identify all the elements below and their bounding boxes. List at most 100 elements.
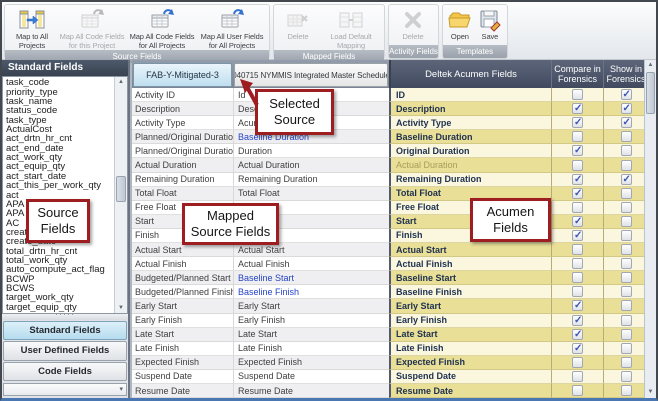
scrollbar-thumb[interactable]	[116, 176, 126, 202]
standard-field-item[interactable]: target_work_qty	[6, 293, 113, 302]
mapped-field-cell-fab[interactable]: Activity ID	[132, 88, 234, 102]
show-in-forensics-checkbox[interactable]	[621, 89, 632, 100]
show-in-forensics-checkbox[interactable]	[621, 300, 632, 311]
sidebar-collapsed-category-bar[interactable]: ▾	[3, 383, 127, 396]
show-in-forensics-checkbox[interactable]	[621, 216, 632, 227]
save-template-button[interactable]: Save	[475, 6, 505, 45]
grid-scrollbar[interactable]: ▲ ▼	[644, 60, 656, 398]
mapped-field-cell-fab[interactable]: Early Start	[132, 299, 234, 313]
compare-in-forensics-checkbox[interactable]	[572, 89, 583, 100]
compare-in-forensics-checkbox[interactable]	[572, 272, 583, 283]
show-in-forensics-checkbox[interactable]	[621, 357, 632, 368]
compare-in-forensics-checkbox[interactable]	[572, 216, 583, 227]
standard-field-item[interactable]: act_equip_qty	[6, 162, 113, 171]
show-in-forensics-checkbox[interactable]	[621, 160, 632, 171]
standard-field-item[interactable]: act_drtn_hr_cnt	[6, 134, 113, 143]
sidebar-tab-standard-fields[interactable]: Standard Fields	[3, 321, 127, 340]
compare-in-forensics-checkbox[interactable]	[572, 174, 583, 185]
mapped-field-cell-fab[interactable]: Actual Duration	[132, 158, 234, 172]
show-in-forensics-checkbox[interactable]	[621, 131, 632, 142]
compare-in-forensics-checkbox[interactable]	[572, 145, 583, 156]
scroll-down-arrow-icon[interactable]: ▼	[115, 303, 127, 313]
mapped-field-cell-nymmis[interactable]: Total Float	[234, 187, 389, 201]
mapped-field-cell-fab[interactable]: Budgeted/Planned Start	[132, 271, 234, 285]
standard-field-item[interactable]: status_code	[6, 106, 113, 115]
mapped-field-cell-fab[interactable]: Description	[132, 102, 234, 116]
compare-in-forensics-checkbox[interactable]	[572, 117, 583, 128]
source-tab-fab-y-mitigated-3[interactable]: FAB-Y-Mitigated-3	[133, 63, 232, 87]
show-in-forensics-checkbox[interactable]	[621, 174, 632, 185]
compare-in-forensics-checkbox[interactable]	[572, 202, 583, 213]
sidebar-splitter[interactable]: ·····	[2, 314, 128, 320]
mapped-field-cell-fab[interactable]: Expected Finish	[132, 356, 234, 370]
standard-field-item[interactable]: task_name	[6, 97, 113, 106]
compare-in-forensics-checkbox[interactable]	[572, 230, 583, 241]
compare-in-forensics-checkbox[interactable]	[572, 315, 583, 326]
compare-in-forensics-checkbox[interactable]	[572, 160, 583, 171]
show-in-forensics-checkbox[interactable]	[621, 202, 632, 213]
scroll-up-arrow-icon[interactable]: ▲	[115, 77, 127, 87]
mapped-field-cell-nymmis[interactable]: Late Start	[234, 328, 389, 342]
standard-field-item[interactable]: task_code	[6, 78, 113, 87]
standard-field-item[interactable]: BCWS	[6, 284, 113, 293]
mapped-field-cell-fab[interactable]: Late Finish	[132, 342, 234, 356]
mapped-field-cell-fab[interactable]: Remaining Duration	[132, 173, 234, 187]
standard-field-item[interactable]: total_drtn_hr_cnt	[6, 246, 113, 255]
compare-in-forensics-checkbox[interactable]	[572, 286, 583, 297]
mapped-field-cell-nymmis[interactable]: Duration	[234, 144, 389, 158]
mapped-field-cell-nymmis[interactable]: Actual Start	[234, 243, 389, 257]
show-in-forensics-checkbox[interactable]	[621, 343, 632, 354]
scroll-up-arrow-icon[interactable]: ▲	[645, 60, 656, 71]
mapped-field-cell-fab[interactable]: Activity Type	[132, 116, 234, 130]
mapped-field-cell-nymmis[interactable]: Resume Date	[234, 384, 389, 398]
show-in-forensics-checkbox[interactable]	[621, 385, 632, 396]
standard-field-item[interactable]: priority_type	[6, 87, 113, 96]
compare-in-forensics-checkbox[interactable]	[572, 188, 583, 199]
mapped-field-cell-fab[interactable]: Resume Date	[132, 384, 234, 398]
show-in-forensics-checkbox[interactable]	[621, 286, 632, 297]
show-in-forensics-checkbox[interactable]	[621, 315, 632, 326]
compare-in-forensics-checkbox[interactable]	[572, 343, 583, 354]
mapped-field-cell-nymmis[interactable]: Actual Duration	[234, 158, 389, 172]
scrollbar-thumb[interactable]	[646, 72, 655, 114]
mapped-field-cell-nymmis[interactable]: Actual Finish	[234, 257, 389, 271]
compare-in-forensics-checkbox[interactable]	[572, 371, 583, 382]
mapped-field-cell-fab[interactable]: Planned/Original Duration	[132, 144, 234, 158]
standard-field-item[interactable]: act_end_date	[6, 144, 113, 153]
show-in-forensics-checkbox[interactable]	[621, 258, 632, 269]
compare-in-forensics-checkbox[interactable]	[572, 300, 583, 311]
show-in-forensics-checkbox[interactable]	[621, 103, 632, 114]
standard-field-item[interactable]: ActualCost	[6, 125, 113, 134]
mapped-field-cell-fab[interactable]: Early Finish	[132, 314, 234, 328]
open-template-button[interactable]: Open	[445, 6, 475, 45]
compare-in-forensics-checkbox[interactable]	[572, 103, 583, 114]
compare-in-forensics-checkbox[interactable]	[572, 357, 583, 368]
mapped-field-cell-fab[interactable]: Suspend Date	[132, 370, 234, 384]
mapped-field-cell-fab[interactable]: Late Start	[132, 328, 234, 342]
show-in-forensics-checkbox[interactable]	[621, 117, 632, 128]
show-in-forensics-checkbox[interactable]	[621, 188, 632, 199]
mapped-field-cell-fab[interactable]: Total Float	[132, 187, 234, 201]
sidebar-tab-user-defined-fields[interactable]: User Defined Fields	[3, 341, 127, 360]
mapped-field-cell-nymmis[interactable]: Baseline Start	[234, 271, 389, 285]
mapped-field-cell-nymmis[interactable]: Early Start	[234, 299, 389, 313]
mapped-field-cell-fab[interactable]: Budgeted/Planned Finish	[132, 285, 234, 299]
compare-in-forensics-checkbox[interactable]	[572, 131, 583, 142]
compare-in-forensics-checkbox[interactable]	[572, 329, 583, 340]
scroll-down-arrow-icon[interactable]: ▼	[645, 387, 656, 398]
mapped-field-cell-nymmis[interactable]: Remaining Duration	[234, 173, 389, 187]
mapped-field-cell-nymmis[interactable]: Late Finish	[234, 342, 389, 356]
show-in-forensics-checkbox[interactable]	[621, 145, 632, 156]
mapped-field-cell-fab[interactable]: Planned/Original Duration	[132, 130, 234, 144]
sidebar-tab-code-fields[interactable]: Code Fields	[3, 362, 127, 381]
show-in-forensics-checkbox[interactable]	[621, 272, 632, 283]
standard-field-item[interactable]: act_start_date	[6, 172, 113, 181]
sidebar-scrollbar[interactable]: ▲ ▼	[114, 77, 127, 313]
mapped-field-cell-fab[interactable]: Actual Finish	[132, 257, 234, 271]
show-in-forensics-checkbox[interactable]	[621, 371, 632, 382]
map-all-code-fields-all-projects-button[interactable]: Map All Code Fields for All Projects	[127, 6, 197, 50]
mapped-field-cell-fab[interactable]: Actual Start	[132, 243, 234, 257]
compare-in-forensics-checkbox[interactable]	[572, 258, 583, 269]
compare-in-forensics-checkbox[interactable]	[572, 385, 583, 396]
standard-field-item[interactable]: act_this_per_work_qty	[6, 181, 113, 190]
